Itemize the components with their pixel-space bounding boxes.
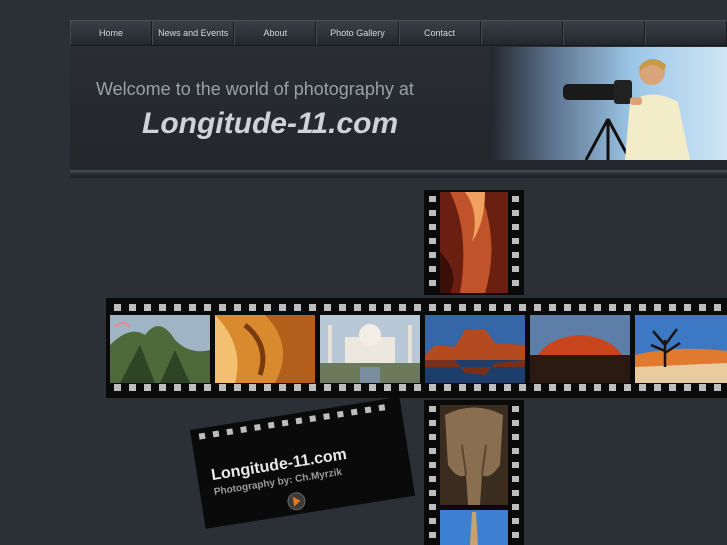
nav-photo-gallery[interactable]: Photo Gallery <box>316 21 399 45</box>
red-rock-reflection-photo[interactable] <box>425 315 525 383</box>
photographer-photo <box>490 47 727 160</box>
film-strip-horizontal <box>106 298 727 398</box>
minaret-photo[interactable] <box>440 510 508 545</box>
nav-news-and-events[interactable]: News and Events <box>152 21 235 45</box>
desert-sandstone-photo[interactable] <box>215 315 315 383</box>
film-strip-vertical-top <box>424 190 524 295</box>
nav-home[interactable]: Home <box>70 21 153 45</box>
nav-empty-slot <box>562 21 645 45</box>
elephant-photo[interactable] <box>440 405 508 505</box>
site-title: Longitude-11.com <box>142 107 399 140</box>
nav-about[interactable]: About <box>234 21 317 45</box>
header-banner: Welcome to the world of photography at L… <box>70 47 727 170</box>
uluru-rock-photo[interactable] <box>530 315 630 383</box>
nav-contact[interactable]: Contact <box>398 21 481 45</box>
banner-divider <box>70 170 727 178</box>
welcome-text: Welcome to the world of photography at <box>96 79 414 99</box>
taj-mahal-photo[interactable] <box>320 315 420 383</box>
promo-film-card[interactable]: Longitude-11.com Photography by: Ch.Myrz… <box>190 396 416 529</box>
nav-empty-slot <box>644 21 727 45</box>
green-mountains-photo[interactable] <box>110 315 210 383</box>
film-strip-vertical-bottom <box>424 400 524 545</box>
main-navigation: Home News and Events About Photo Gallery… <box>70 20 727 46</box>
antelope-canyon-photo[interactable] <box>440 192 508 293</box>
dead-tree-desert-photo[interactable] <box>635 315 727 383</box>
nav-empty-slot <box>480 21 563 45</box>
